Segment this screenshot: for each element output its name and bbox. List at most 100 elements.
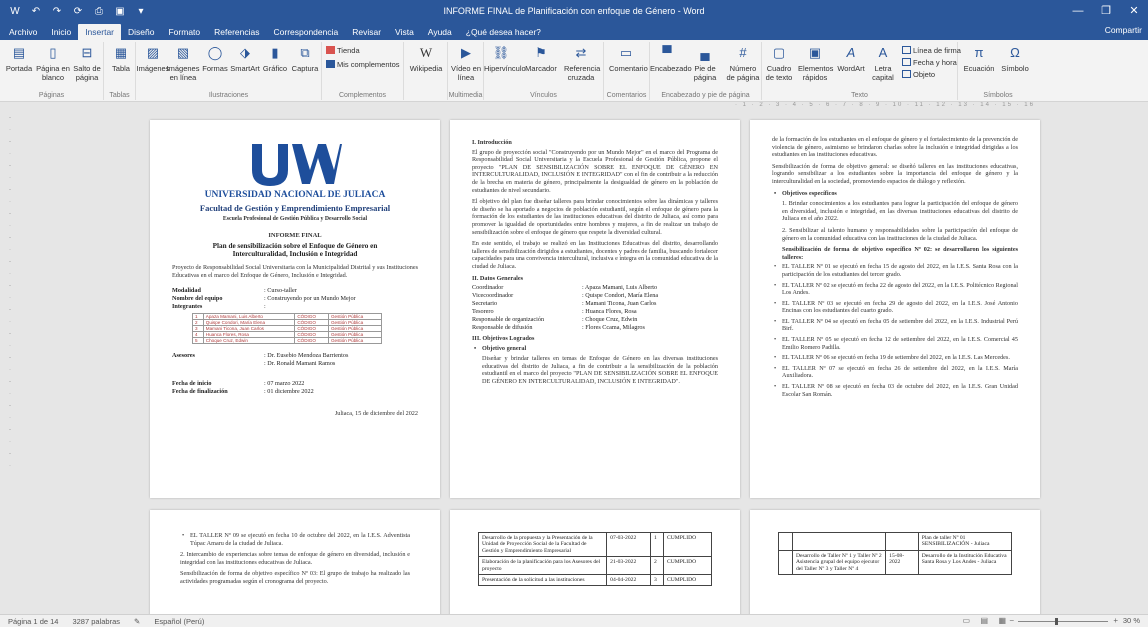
page-break-button[interactable]: ⊟ Salto de página — [70, 44, 104, 82]
document-workspace[interactable]: UNIVERSIDAD NACIONAL DE JULIACA Facultad… — [14, 110, 1148, 614]
text-box-button[interactable]: ▢ Cuadro de texto — [762, 44, 796, 82]
tab-vista[interactable]: Vista — [388, 24, 421, 40]
wordart-button[interactable]: A WordArt — [834, 44, 868, 73]
ribbon: ▤ Portada ▯ Página en blanco ⊟ Salto de pág… — [0, 40, 1148, 102]
horizontal-ruler[interactable]: · 1 · 2 · 3 · 4 · 5 · 6 · 7 · 8 · 9 · 10… — [735, 102, 1035, 110]
symbol-button[interactable]: Ω Símbolo — [998, 44, 1032, 73]
word-count[interactable]: 3287 palabras — [72, 617, 120, 626]
smartart-button[interactable]: ⬗ SmartArt — [228, 44, 262, 73]
portada-button[interactable]: ▤ Portada — [2, 44, 36, 73]
chart-button[interactable]: ▮ Gráfico — [258, 44, 292, 73]
equation-button[interactable]: π Ecuación — [962, 44, 996, 73]
zoom-out-icon[interactable]: − — [1009, 616, 1014, 625]
paragraph: Sensibilización de forma de objetivo gen… — [772, 162, 1018, 185]
page-3[interactable]: de la formación de los estudiantes en el… — [750, 120, 1040, 498]
wordart-icon: A — [846, 45, 856, 60]
signature-line-button[interactable]: Línea de firma — [902, 46, 961, 55]
zoom-in-icon[interactable]: + — [1113, 616, 1118, 625]
hyperlink-button[interactable]: ⛓ Hipervínculo — [484, 44, 526, 73]
redo-icon[interactable]: ↷ — [50, 6, 64, 17]
drop-cap-button[interactable]: A Letra capital — [866, 44, 900, 82]
list-item: EL TALLER Nº 02 se ejecutó en fecha 22 d… — [772, 282, 1018, 297]
web-layout-icon[interactable]: ▦ — [998, 616, 1006, 625]
group-paginas: ▤ Portada ▯ Página en blanco ⊟ Salto de pág… — [0, 42, 104, 100]
tell-me-search[interactable]: ¿Qué desea hacer? — [459, 24, 548, 40]
print-layout-icon[interactable]: ▤ — [980, 616, 988, 625]
tab-formato[interactable]: Formato — [161, 24, 207, 40]
repeat-icon[interactable]: ⟳ — [71, 6, 85, 17]
page-2[interactable]: I. Introducción El grupo de proyección s… — [450, 120, 740, 498]
page-number-button[interactable]: # Número de página — [726, 44, 760, 82]
page-indicator[interactable]: Página 1 de 14 — [8, 617, 58, 626]
vertical-ruler[interactable]: - · - · - · - · - · - · - · - · - · - · - · - · - · - · - · — [6, 112, 14, 612]
table-row: Presentación de la solicitud a las insti… — [477, 574, 713, 587]
zoom-slider[interactable] — [1018, 621, 1108, 622]
group-label: Comentarios — [606, 92, 647, 99]
date-time-button[interactable]: Fecha y hora — [902, 58, 957, 67]
chart-icon: ▮ — [271, 45, 279, 60]
wikipedia-button[interactable]: W Wikipedia — [409, 44, 443, 73]
tab-diseno[interactable]: Diseño — [121, 24, 161, 40]
tab-insertar[interactable]: Insertar — [78, 24, 122, 40]
cover-page-icon: ▤ — [12, 45, 26, 60]
zoom-slider-thumb[interactable] — [1055, 618, 1058, 625]
page-6[interactable]: Plan de taller Nº 01 SENSIBILIZACIÓN - J… — [750, 510, 1040, 614]
tab-revisar[interactable]: Revisar — [345, 24, 388, 40]
proofing-icon[interactable]: ✎ — [134, 617, 140, 626]
list-item: EL TALLER Nº 09 se ejecutó en fecha 10 d… — [180, 532, 410, 547]
tab-inicio[interactable]: Inicio — [44, 24, 78, 40]
language-indicator[interactable]: Español (Perú) — [154, 617, 204, 626]
table-button[interactable]: ▦ Tabla — [104, 44, 138, 73]
share-button[interactable]: Compartir — [1105, 25, 1142, 35]
table-row: Desarrollo de Taller Nº 1 y Taller Nº 2 … — [778, 549, 1013, 576]
print-icon[interactable]: ⎙ — [92, 6, 106, 17]
object-button[interactable]: Objeto — [902, 70, 935, 79]
blank-page-button[interactable]: ▯ Página en blanco — [36, 44, 70, 82]
undo-icon[interactable]: ↶ — [29, 6, 43, 17]
group-label: Multimedia — [448, 92, 483, 99]
status-bar: Página 1 de 14 3287 palabras ✎ Español (… — [0, 614, 1148, 627]
customize-qat-icon[interactable]: ▾ — [134, 6, 148, 17]
word-logo-icon: W — [10, 5, 20, 17]
my-addins-button[interactable]: Mis complementos — [326, 60, 400, 69]
shapes-button[interactable]: ◯ Formas — [198, 44, 232, 73]
screenshot-button[interactable]: ⧉ Captura — [288, 44, 322, 73]
tab-archivo[interactable]: Archivo — [2, 24, 44, 40]
tab-correspondencia[interactable]: Correspondencia — [267, 24, 346, 40]
close-button[interactable]: ✕ — [1120, 0, 1148, 22]
store-button[interactable]: Tienda — [326, 46, 360, 55]
page-cover[interactable]: UNIVERSIDAD NACIONAL DE JULIACA Facultad… — [150, 120, 440, 498]
paragraph: Diseñar y brindar talleres en temas de E… — [482, 355, 718, 386]
ribbon-tabs: Archivo Inicio Insertar Diseño Formato R… — [0, 22, 1148, 40]
title-bar: W ↶ ↷ ⟳ ⎙ ▣ ▾ INFORME FINAL de Planifica… — [0, 0, 1148, 22]
tab-referencias[interactable]: Referencias — [207, 24, 266, 40]
quick-parts-button[interactable]: ▣ Elementos rápidos — [798, 44, 833, 82]
footer-button[interactable]: ▄ Pie de página — [688, 44, 722, 82]
read-mode-icon[interactable]: ▭ — [962, 616, 970, 625]
zoom-level[interactable]: 30 % — [1123, 616, 1140, 625]
minimize-button[interactable]: — — [1064, 0, 1092, 22]
field-row: Asesores: Dr. Eusebio Mendoza Barrientos — [172, 352, 349, 360]
comment-button[interactable]: ▭ Comentario — [609, 44, 648, 73]
report-label: INFORME FINAL — [268, 232, 322, 239]
quick-parts-icon: ▣ — [808, 45, 822, 60]
group-label: Complementos — [338, 92, 387, 99]
page-4[interactable]: EL TALLER Nº 09 se ejecutó en fecha 10 d… — [150, 510, 440, 614]
addins-icon — [326, 60, 335, 68]
project-intro: Proyecto de Responsabilidad Social Unive… — [172, 264, 418, 279]
table-row: 5 Choque Cruz, Edwin CÓDIGO Gestión Pública — [192, 337, 383, 345]
pictures-button[interactable]: ▨ Imágenes — [136, 44, 170, 73]
page-5[interactable]: Desarrollo de la propuesta y la Presenta… — [450, 510, 740, 614]
group-label: Vínculos — [530, 92, 557, 99]
bookmark-button[interactable]: ⚑ Marcador — [524, 44, 558, 73]
online-pictures-button[interactable]: ▧ Imágenes en línea — [166, 44, 200, 82]
layout-icon[interactable]: ▣ — [113, 6, 127, 17]
cross-reference-button[interactable]: ⇄ Referencia cruzada — [564, 44, 600, 82]
maximize-button[interactable]: ❐ — [1092, 0, 1120, 22]
tab-ayuda[interactable]: Ayuda — [421, 24, 459, 40]
header-button[interactable]: ▀ Encabezado — [650, 44, 692, 73]
paragraph: Sensibilización de forma de objetivo esp… — [782, 246, 1018, 261]
paragraph: 2. Intercambio de experiencias sobre tem… — [180, 551, 410, 566]
online-video-button[interactable]: ▶ Vídeo en línea — [449, 44, 483, 82]
window-controls: — ❐ ✕ — [1064, 0, 1148, 22]
